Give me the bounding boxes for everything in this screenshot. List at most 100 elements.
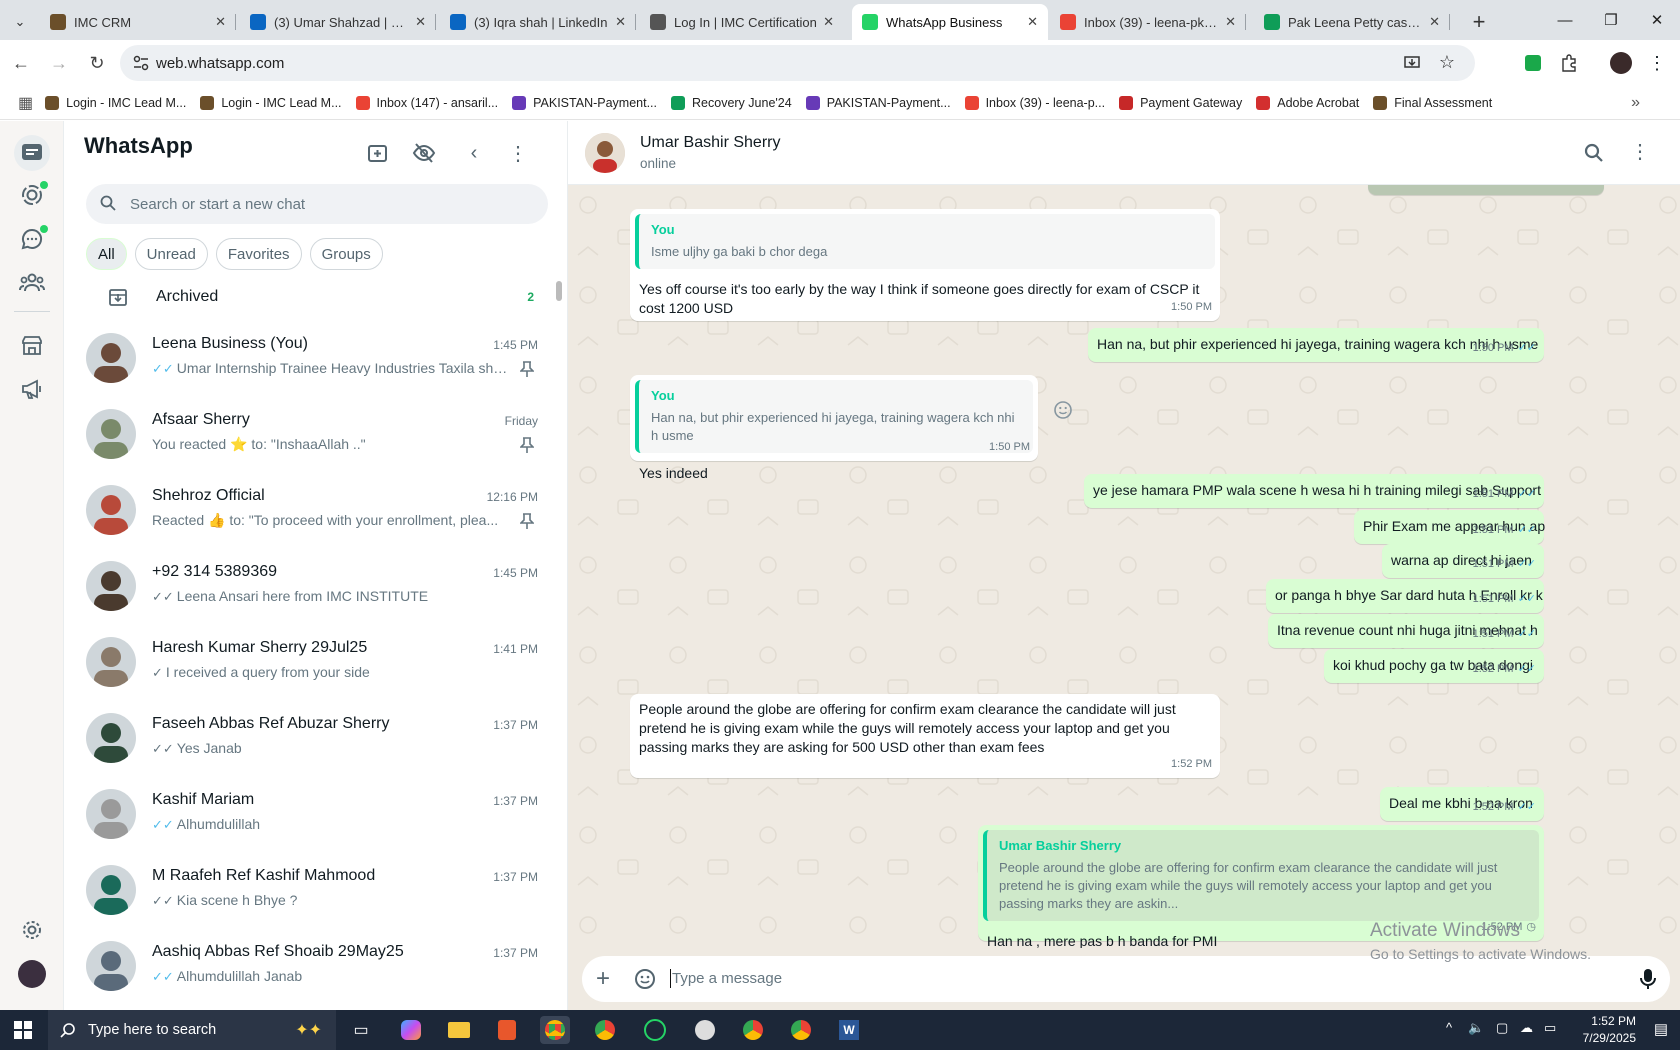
browser-tab[interactable]: WhatsApp Business ✕	[852, 4, 1048, 40]
chats-nav-icon[interactable]	[14, 135, 50, 171]
clock-app-icon[interactable]	[690, 1016, 720, 1044]
chat-list-item[interactable]: Kashif Mariam 1:37 PM ✓✓ Alhumdulillah	[64, 777, 567, 853]
new-chat-icon[interactable]	[364, 139, 392, 167]
message-input[interactable]: Type a message	[672, 970, 782, 987]
react-emoji-icon[interactable]	[1050, 397, 1076, 423]
forward-button[interactable]: →	[42, 46, 76, 80]
extension-icon[interactable]	[1518, 48, 1548, 78]
chat-list-item[interactable]: Leena Business (You) 1:45 PM ✓✓ Umar Intern…	[64, 321, 567, 397]
collapse-chevron-icon[interactable]: ‹	[460, 139, 488, 167]
message-area[interactable]: You Isme uljhy ga baki b chor dega Yes off…	[568, 185, 1680, 948]
apps-grid-icon[interactable]: ▦	[18, 93, 33, 113]
conversation-menu-icon[interactable]: ⋮	[1630, 139, 1650, 164]
display-icon[interactable]: ▭	[1544, 1020, 1556, 1036]
site-settings-icon[interactable]	[132, 54, 150, 72]
filter-chip[interactable]: Favorites	[215, 238, 302, 270]
notifications-icon[interactable]: ▤	[1654, 1020, 1668, 1038]
task-view-icon[interactable]: ▭	[346, 1016, 376, 1044]
maximize-button[interactable]: ❐	[1588, 0, 1634, 40]
attach-plus-icon[interactable]: +	[596, 965, 610, 993]
filter-chip[interactable]: Groups	[309, 238, 383, 270]
browser-tab[interactable]: Pak Leena Petty cash - Go ✕	[1254, 4, 1450, 40]
tab-search-button[interactable]: ⌄	[2, 4, 38, 40]
chrome-window-4-icon[interactable]	[786, 1016, 816, 1044]
incoming-message[interactable]: You Isme uljhy ga baki b chor dega Yes off…	[630, 209, 1220, 321]
outgoing-message[interactable]: Han na, but phir experienced hi jayega, …	[1088, 328, 1544, 362]
tab-close-icon[interactable]: ✕	[1027, 14, 1038, 30]
bookmark-item[interactable]: Login - IMC Lead M...	[200, 95, 342, 110]
settings-gear-icon[interactable]	[14, 912, 50, 948]
browser-tab[interactable]: (3) Iqra shah | LinkedIn ✕	[440, 4, 636, 40]
volume-icon[interactable]: 🔈	[1468, 1020, 1484, 1036]
tab-close-icon[interactable]: ✕	[1429, 14, 1440, 30]
file-explorer-icon[interactable]	[444, 1016, 474, 1044]
windows-start-icon[interactable]	[14, 1021, 32, 1039]
chrome-window-1-icon[interactable]	[540, 1016, 570, 1044]
outgoing-message[interactable]: ye jese hamara PMP wala scene h wesa hi …	[1084, 474, 1544, 508]
chat-list-item[interactable]: Shehroz Official 12:16 PM Reacted 👍 to: "T…	[64, 473, 567, 549]
copilot-icon[interactable]	[396, 1016, 426, 1044]
outgoing-message[interactable]: warna ap direct hi jaen 1:51 PM ✓✓	[1382, 544, 1544, 578]
minimize-button[interactable]: —	[1542, 0, 1588, 40]
url-field[interactable]: web.whatsapp.com ☆	[120, 45, 1475, 81]
weather-icon[interactable]: ☁	[1520, 1020, 1533, 1036]
bookmark-item[interactable]: Adobe Acrobat	[1256, 95, 1359, 110]
chat-list-item[interactable]: Afsaar Sherry Friday You reacted ⭐ to: "In…	[64, 397, 567, 473]
hide-eye-icon[interactable]	[410, 139, 438, 167]
install-app-icon[interactable]	[1403, 54, 1421, 72]
bookmark-star-icon[interactable]: ☆	[1439, 52, 1455, 73]
outgoing-message[interactable]: or panga h bhye Sar dard huta h Enroll k…	[1266, 579, 1544, 613]
filter-chip[interactable]: Unread	[134, 238, 208, 270]
outgoing-message[interactable]: Phir Exam me appear hun ap 1:51 PM ✓✓	[1354, 510, 1545, 544]
browser-menu-icon[interactable]: ⋮	[1642, 48, 1672, 78]
pinned-app-icon[interactable]	[492, 1016, 522, 1044]
cut-off-message-bubble[interactable]	[1368, 185, 1604, 195]
tab-close-icon[interactable]: ✕	[215, 14, 226, 30]
chat-list-item[interactable]: M Raafeh Ref Kashif Mahmood 1:37 PM ✓✓ Kia …	[64, 853, 567, 929]
browser-tab[interactable]: IMC CRM ✕	[40, 4, 236, 40]
outgoing-message[interactable]: koi khud pochy ga tw bata dongi 1:52 PM ✓✓	[1324, 649, 1544, 683]
tray-chevron-icon[interactable]: ^	[1446, 1020, 1452, 1035]
new-tab-button[interactable]: +	[1462, 4, 1496, 40]
more-bookmarks-chevron-icon[interactable]: »	[1631, 94, 1640, 112]
bookmark-item[interactable]: Login - IMC Lead M...	[45, 95, 186, 110]
incoming-message[interactable]: You Han na, but phir experienced hi jayeg…	[630, 375, 1038, 481]
chat-list-item[interactable]: Faseeh Abbas Ref Abuzar Sherry 1:37 PM ✓✓ Y…	[64, 701, 567, 777]
communities-nav-icon[interactable]	[14, 265, 50, 301]
bookmark-item[interactable]: PAKISTAN-Payment...	[512, 95, 657, 110]
tab-close-icon[interactable]: ✕	[615, 14, 626, 30]
catalog-store-icon[interactable]	[14, 327, 50, 363]
filter-chip[interactable]: All	[86, 238, 127, 270]
bookmark-item[interactable]: PAKISTAN-Payment...	[805, 95, 951, 110]
bookmark-item[interactable]: Payment Gateway	[1119, 95, 1242, 110]
close-window-button[interactable]: ✕	[1634, 0, 1680, 40]
chat-list-scrollbar[interactable]	[556, 281, 562, 301]
chrome-window-3-icon[interactable]	[738, 1016, 768, 1044]
quoted-message[interactable]: You Isme uljhy ga baki b chor dega	[635, 214, 1215, 269]
sticker-emoji-icon[interactable]	[634, 968, 656, 990]
chat-list-item[interactable]: +92 314 5389369 1:45 PM ✓✓ Leena Ansari her…	[64, 549, 567, 625]
bookmark-item[interactable]: Recovery June'24	[671, 95, 792, 110]
my-profile-avatar[interactable]	[14, 956, 50, 992]
quoted-message[interactable]: Umar Bashir Sherry People around the glob…	[983, 830, 1539, 921]
browser-tab[interactable]: Inbox (39) - leena-pk@imc ✕	[1050, 4, 1246, 40]
outgoing-message[interactable]: Deal me kbhi b na kron 1:52 PM ✓✓	[1380, 787, 1544, 821]
tab-close-icon[interactable]: ✕	[823, 14, 834, 30]
chat-list-item[interactable]: Aashiq Abbas Ref Shoaib 29May25 1:37 PM ✓✓…	[64, 929, 567, 1005]
advertise-megaphone-icon[interactable]	[14, 371, 50, 407]
search-messages-icon[interactable]	[1584, 143, 1604, 163]
profile-avatar[interactable]	[1606, 48, 1636, 78]
contact-avatar[interactable]	[585, 133, 625, 173]
microphone-icon[interactable]	[1640, 968, 1656, 990]
taskbar-search-box[interactable]: Type here to search ✦✦	[48, 1010, 336, 1050]
conversation-header[interactable]: Umar Bashir Sherry online ⋮	[568, 121, 1680, 185]
chatlist-menu-icon[interactable]: ⋮	[504, 139, 532, 167]
bookmark-item[interactable]: Inbox (39) - leena-p...	[964, 95, 1105, 110]
status-nav-icon[interactable]	[14, 177, 50, 213]
incoming-message[interactable]: People around the globe are offering for…	[630, 694, 1220, 778]
network-icon[interactable]: ▢	[1496, 1020, 1508, 1036]
chrome-window-2-icon[interactable]	[590, 1016, 620, 1044]
channels-nav-icon[interactable]	[14, 221, 50, 257]
bookmark-item[interactable]: Inbox (147) - ansaril...	[355, 95, 498, 110]
taskbar-clock[interactable]: 1:52 PM 7/29/2025	[1583, 1013, 1636, 1047]
